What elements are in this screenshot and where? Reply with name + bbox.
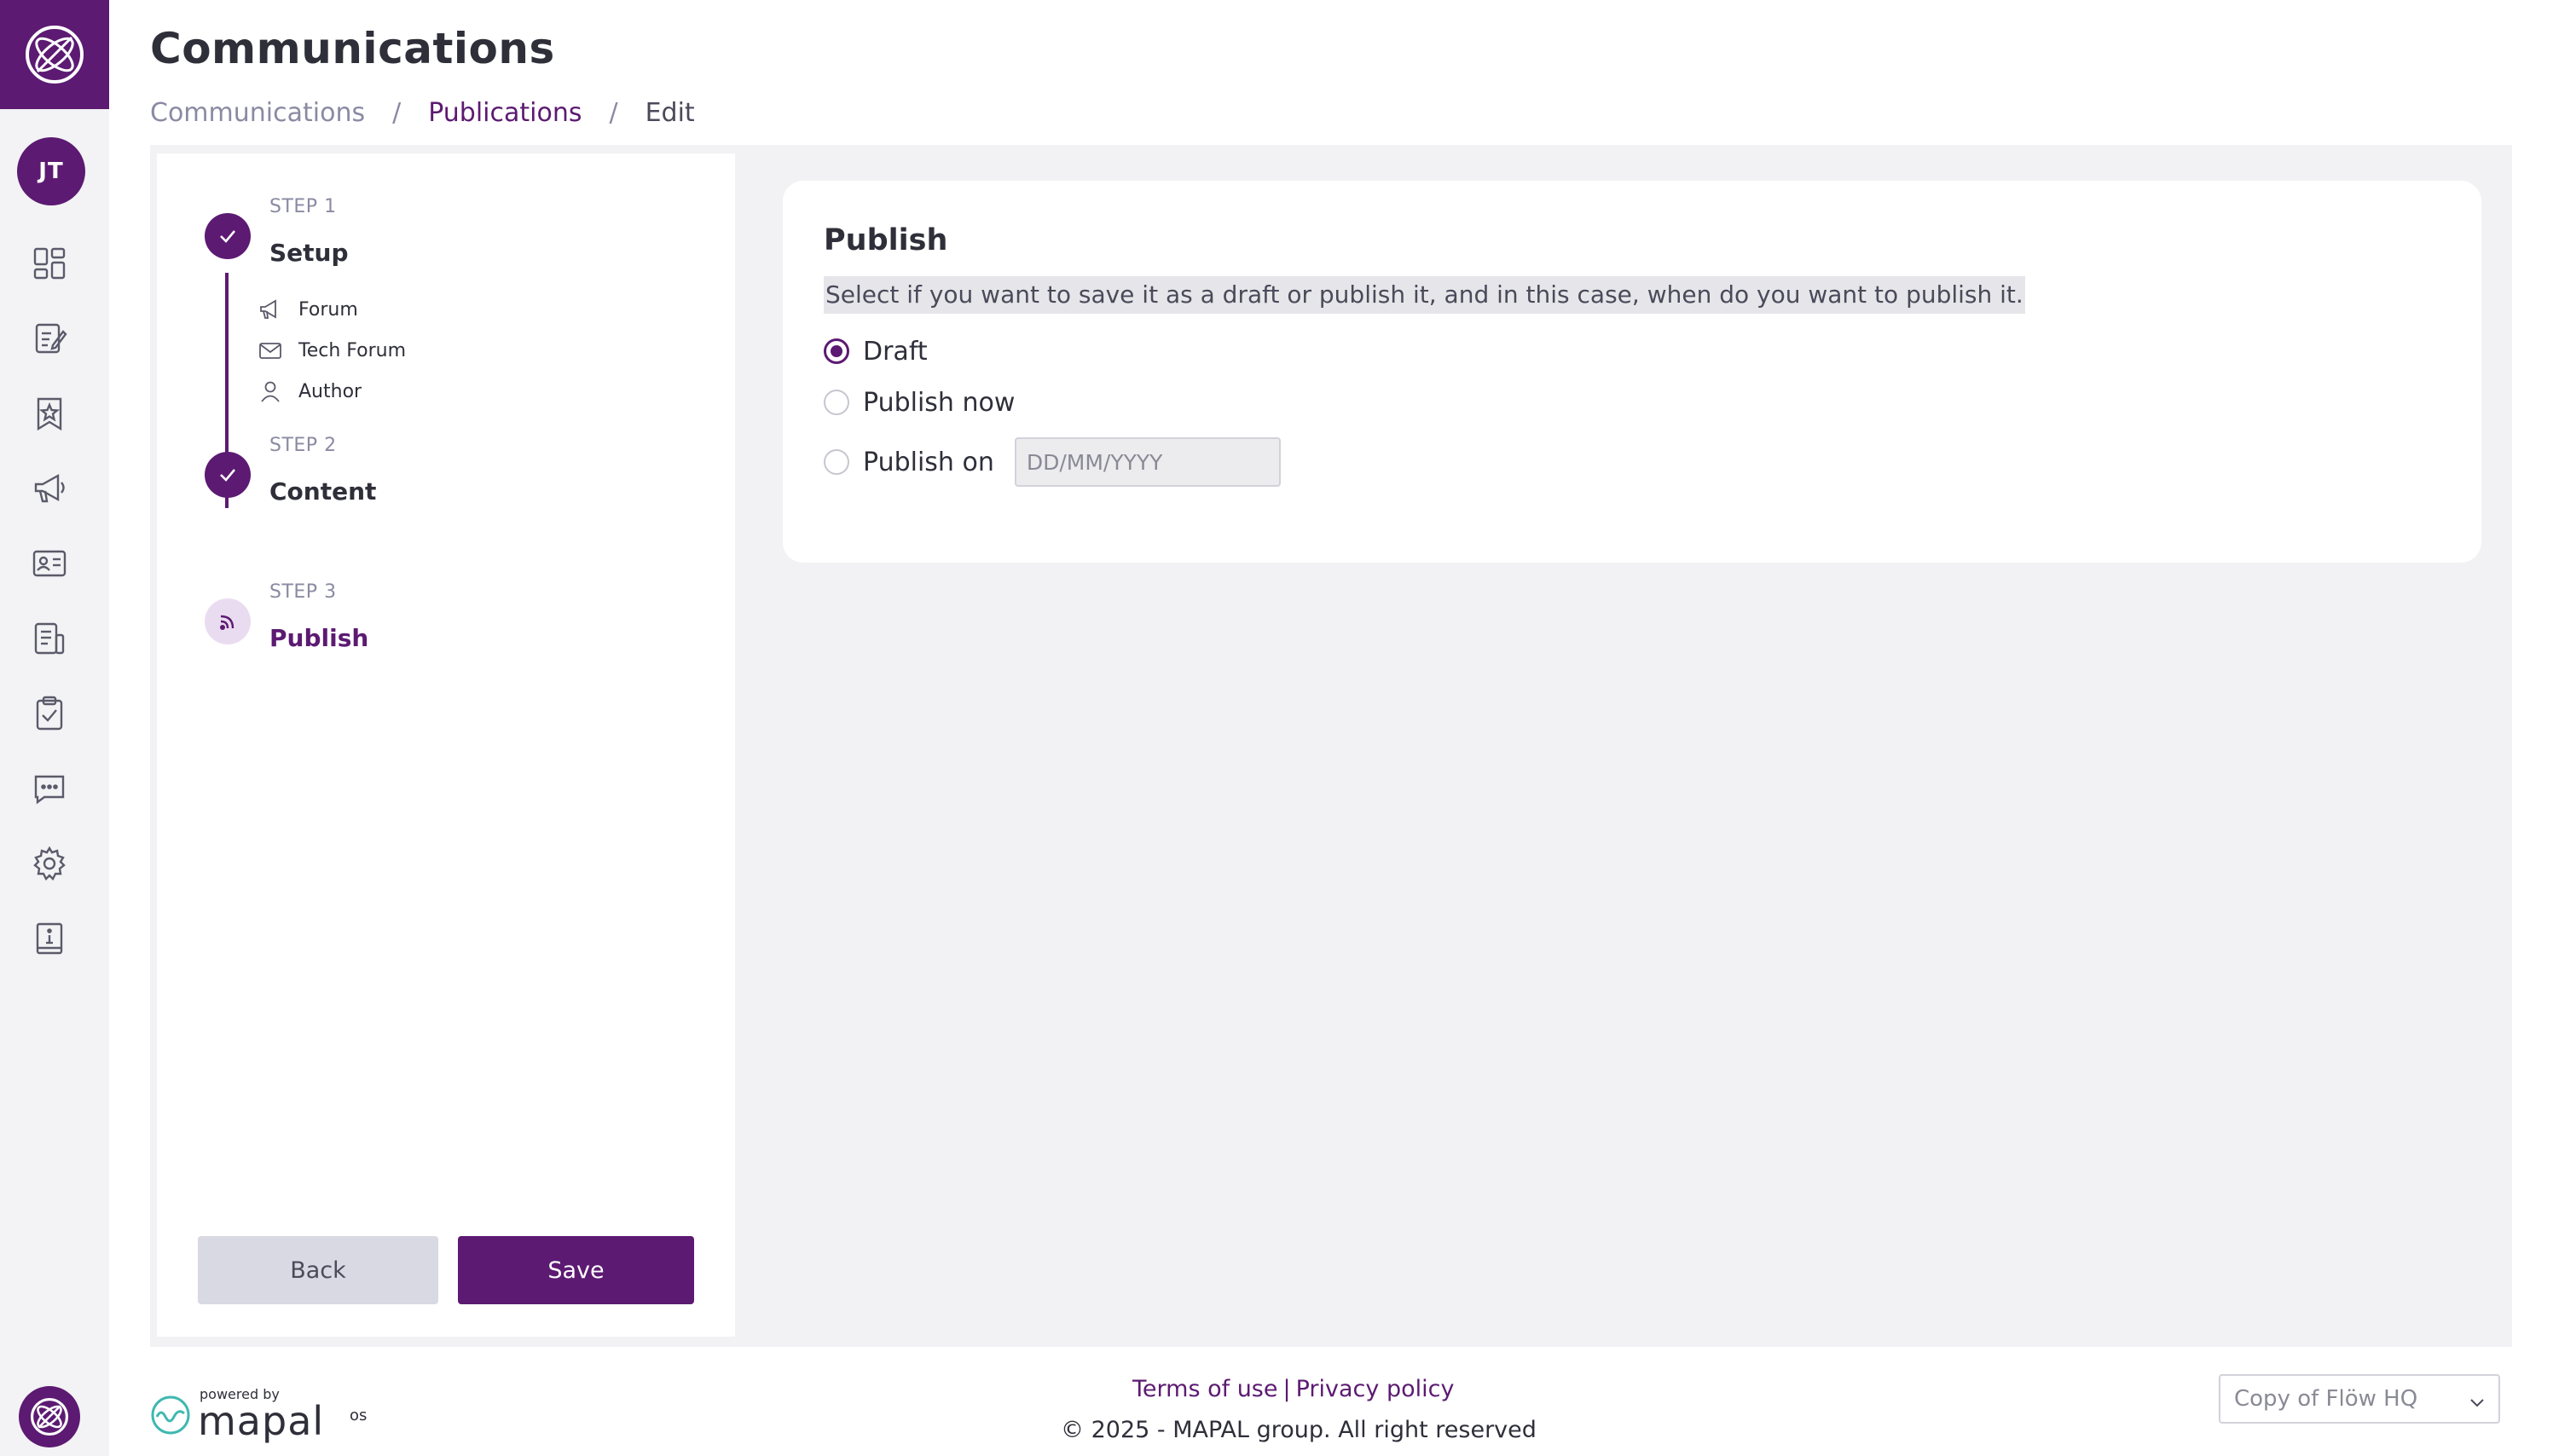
save-button[interactable]: Save — [458, 1236, 694, 1304]
privacy-link[interactable]: Privacy policy — [1296, 1376, 1455, 1402]
id-card-icon — [32, 550, 67, 577]
breadcrumb-separator: / — [392, 97, 402, 128]
check-icon — [220, 469, 235, 482]
mapal-wave-icon — [151, 1395, 190, 1435]
step-1-detail-forum: Forum — [258, 296, 358, 323]
stepper-panel: STEP 1 Setup Forum Tech Forum Author STE… — [157, 153, 735, 1337]
step-2-label: STEP 2 — [269, 435, 337, 456]
option-label: Publish now — [863, 387, 1016, 418]
nav-report[interactable] — [31, 620, 68, 657]
nav-id-card[interactable] — [31, 545, 68, 582]
step-connector — [225, 273, 229, 431]
user-icon — [261, 381, 280, 402]
mapal-globe-icon — [26, 26, 84, 84]
app-logo[interactable] — [0, 0, 109, 109]
step-1-label: STEP 1 — [269, 196, 337, 217]
chat-icon — [34, 775, 65, 805]
detail-text: Author — [298, 380, 362, 402]
nav-checklist[interactable] — [31, 695, 68, 732]
site-selector[interactable]: Copy of Flöw HQ — [2219, 1374, 2500, 1424]
clipboard-check-icon — [36, 696, 63, 731]
option-label: Draft — [863, 336, 928, 367]
publish-on-radio[interactable] — [824, 449, 849, 475]
step-2-title[interactable]: Content — [269, 477, 376, 506]
user-avatar[interactable]: JT — [17, 137, 85, 205]
breadcrumb-publications[interactable]: Publications — [428, 98, 582, 128]
badge-star-icon — [37, 397, 62, 431]
detail-text: Tech Forum — [298, 339, 407, 361]
nav-badge[interactable] — [31, 395, 68, 432]
page-title: Communications — [150, 24, 555, 73]
left-rail: JT — [0, 0, 109, 1456]
link-separator: | — [1282, 1376, 1291, 1402]
step-1-detail-author: Author — [258, 378, 362, 405]
site-selector-value: Copy of Flöw HQ — [2234, 1386, 2418, 1412]
nav-chat[interactable] — [31, 770, 68, 807]
footer-links: Terms of use | Privacy policy — [1132, 1376, 1454, 1402]
publish-card: Publish Select if you want to save it as… — [783, 181, 2481, 563]
mail-icon — [259, 343, 281, 359]
info-book-icon — [36, 922, 63, 955]
chevron-down-icon — [2470, 1399, 2484, 1407]
breadcrumb-edit: Edit — [645, 97, 695, 128]
option-draft[interactable]: Draft — [824, 332, 928, 370]
option-publish-now[interactable]: Publish now — [824, 384, 1015, 421]
nav-settings[interactable] — [31, 845, 68, 882]
back-button[interactable]: Back — [198, 1236, 438, 1304]
detail-text: Forum — [298, 298, 358, 321]
breadcrumb-communications[interactable]: Communications — [150, 98, 365, 128]
terms-link[interactable]: Terms of use — [1132, 1376, 1278, 1402]
report-icon — [34, 622, 65, 655]
publish-now-radio[interactable] — [824, 390, 849, 415]
step-3-current[interactable] — [205, 598, 251, 644]
megaphone-icon — [34, 473, 65, 503]
draft-radio[interactable] — [824, 338, 849, 364]
rss-icon — [219, 615, 234, 631]
brand-suffix: os — [350, 1407, 368, 1424]
nav-edit-document[interactable] — [31, 320, 68, 357]
check-icon — [220, 230, 235, 243]
mapal-globe-icon — [30, 1397, 69, 1436]
step-2-check[interactable] — [205, 452, 251, 498]
main-content: STEP 1 Setup Forum Tech Forum Author STE… — [150, 145, 2512, 1347]
publish-description: Select if you want to save it as a draft… — [824, 276, 2025, 314]
copyright: © 2025 - MAPAL group. All right reserved — [1061, 1417, 1537, 1443]
powered-by-logo: powered by mapal os — [150, 1383, 389, 1444]
option-label: Publish on — [863, 447, 994, 477]
step-3-title[interactable]: Publish — [269, 624, 368, 652]
nav-info[interactable] — [31, 920, 68, 957]
nav-communications[interactable] — [31, 470, 68, 507]
step-3-label: STEP 3 — [269, 581, 337, 603]
gear-icon — [33, 846, 66, 881]
step-1-detail-tech-forum: Tech Forum — [258, 337, 406, 364]
breadcrumb: Communications / Publications / Edit — [150, 95, 695, 130]
publish-title: Publish — [824, 223, 948, 257]
app-switcher[interactable] — [19, 1386, 80, 1447]
edit-document-icon — [35, 323, 67, 354]
brand-name: mapal — [198, 1398, 325, 1444]
megaphone-icon — [260, 299, 276, 319]
user-initials: JT — [38, 159, 64, 184]
step-1-check[interactable] — [205, 213, 251, 259]
option-publish-on: Publish on — [824, 436, 1281, 488]
breadcrumb-separator: / — [609, 97, 618, 128]
nav-dashboard[interactable] — [31, 245, 68, 282]
dashboard-icon — [33, 247, 66, 280]
step-1-title[interactable]: Setup — [269, 239, 349, 267]
publish-date-input[interactable] — [1014, 437, 1281, 487]
